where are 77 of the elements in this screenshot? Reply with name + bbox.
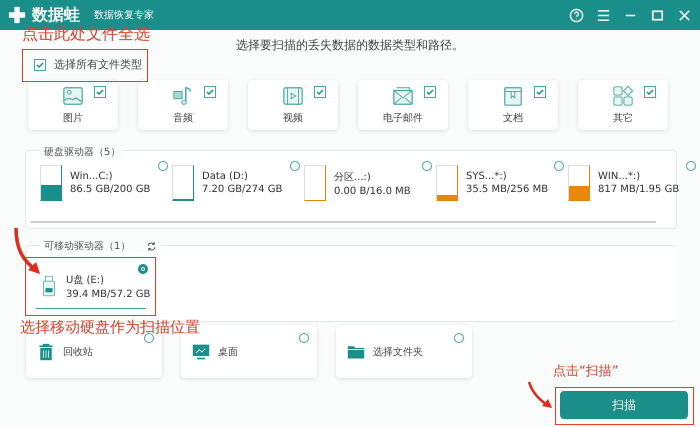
file-type-card[interactable]: 音频 xyxy=(138,80,228,130)
image-icon xyxy=(62,85,84,107)
checkbox[interactable] xyxy=(534,86,546,98)
app-name: 数据蛙 xyxy=(32,4,80,26)
location-label: 选择文件夹 xyxy=(373,346,423,358)
file-type-card[interactable]: 图片 xyxy=(28,80,118,130)
radio-button[interactable] xyxy=(454,333,464,343)
monitor-icon xyxy=(192,342,210,360)
checkbox[interactable] xyxy=(204,86,216,98)
drive-usage: 86.5 GB/200 GB xyxy=(70,184,150,195)
annotation-text: 点击此处文件全选 xyxy=(22,24,150,45)
drive-usage: 0.00 B/16.0 MB xyxy=(334,186,411,196)
section-title: 可移动驱动器（1） xyxy=(44,241,130,252)
location-label: 回收站 xyxy=(63,346,93,358)
checkbox[interactable] xyxy=(644,86,656,98)
file-type-card[interactable]: 文档 xyxy=(468,80,558,130)
drive-usage: 35.5 MB/256 MB xyxy=(466,184,548,195)
help-icon[interactable] xyxy=(569,8,584,22)
scrollbar[interactable] xyxy=(31,221,656,223)
scan-button[interactable]: 扫描 xyxy=(560,391,688,419)
section-title: 硬盘驱动器（5） xyxy=(40,145,124,159)
music-icon xyxy=(172,85,194,107)
close-icon[interactable] xyxy=(677,8,692,22)
maximize-icon[interactable] xyxy=(650,8,665,22)
trash-icon xyxy=(37,342,55,360)
envelope-icon xyxy=(392,85,414,107)
drive-name: U盘 (E:) xyxy=(66,274,105,286)
instruction-text: 选择要扫描的丢失数据的数据类型和路径。 xyxy=(236,37,464,54)
checkmark-icon xyxy=(425,87,435,97)
radio-button[interactable] xyxy=(686,161,696,171)
file-type-label: 电子邮件 xyxy=(383,112,423,125)
file-type-label: 音频 xyxy=(173,112,193,125)
file-type-card[interactable]: 电子邮件 xyxy=(358,80,448,130)
cross-logo-icon xyxy=(8,6,26,24)
drive-name: Data (D:) xyxy=(202,171,249,182)
location-card[interactable]: 选择文件夹 xyxy=(336,325,472,378)
drive-name: WIN...*:) xyxy=(598,171,642,182)
file-type-label: 文档 xyxy=(503,112,523,125)
file-type-card[interactable]: 视频 xyxy=(248,80,338,130)
checkbox[interactable] xyxy=(94,86,106,98)
checkmark-icon xyxy=(205,87,215,97)
usb-drive-icon xyxy=(42,275,56,297)
location-label: 桌面 xyxy=(218,346,238,358)
grid-shapes-icon xyxy=(612,85,634,107)
drive-name: SYS...*:) xyxy=(466,171,508,182)
annotation-arrow xyxy=(14,226,41,275)
checkmark-icon xyxy=(535,87,545,97)
radio-button[interactable] xyxy=(138,264,148,274)
radio-button[interactable] xyxy=(299,333,309,343)
drive-usage: 39.4 MB/57.2 GB xyxy=(66,288,150,300)
refresh-icon[interactable] xyxy=(146,241,158,252)
checkmark-icon xyxy=(35,60,45,70)
checkmark-icon xyxy=(315,87,325,97)
document-icon xyxy=(502,85,524,107)
drive-name: 分区...:) xyxy=(334,170,372,184)
drive-usage: 817 MB/1.95 GB xyxy=(598,184,680,195)
checkbox-label[interactable]: 选择所有文件类型 xyxy=(54,57,142,72)
radio-button[interactable] xyxy=(290,161,300,171)
file-type-label: 视频 xyxy=(283,112,303,125)
radio-button[interactable] xyxy=(554,161,564,171)
radio-button[interactable] xyxy=(158,161,168,171)
drive-name: Win...C:) xyxy=(70,171,114,182)
radio-button[interactable] xyxy=(144,333,154,343)
checkbox[interactable] xyxy=(424,86,436,98)
drive-usage: 7.20 GB/274 GB xyxy=(202,184,282,195)
checkmark-icon xyxy=(95,87,105,97)
radio-button[interactable] xyxy=(422,161,432,171)
annotation-text: 点击“扫描” xyxy=(553,363,618,380)
file-type-label: 图片 xyxy=(63,112,83,125)
film-icon xyxy=(282,85,304,107)
checkbox[interactable] xyxy=(314,86,326,98)
checkbox[interactable] xyxy=(34,58,46,70)
app-tagline: 数据恢复专家 xyxy=(94,8,154,22)
file-type-label: 其它 xyxy=(613,112,633,125)
file-type-card[interactable]: 其它 xyxy=(578,80,668,130)
menu-icon[interactable] xyxy=(596,8,611,22)
checkmark-icon xyxy=(645,87,655,97)
